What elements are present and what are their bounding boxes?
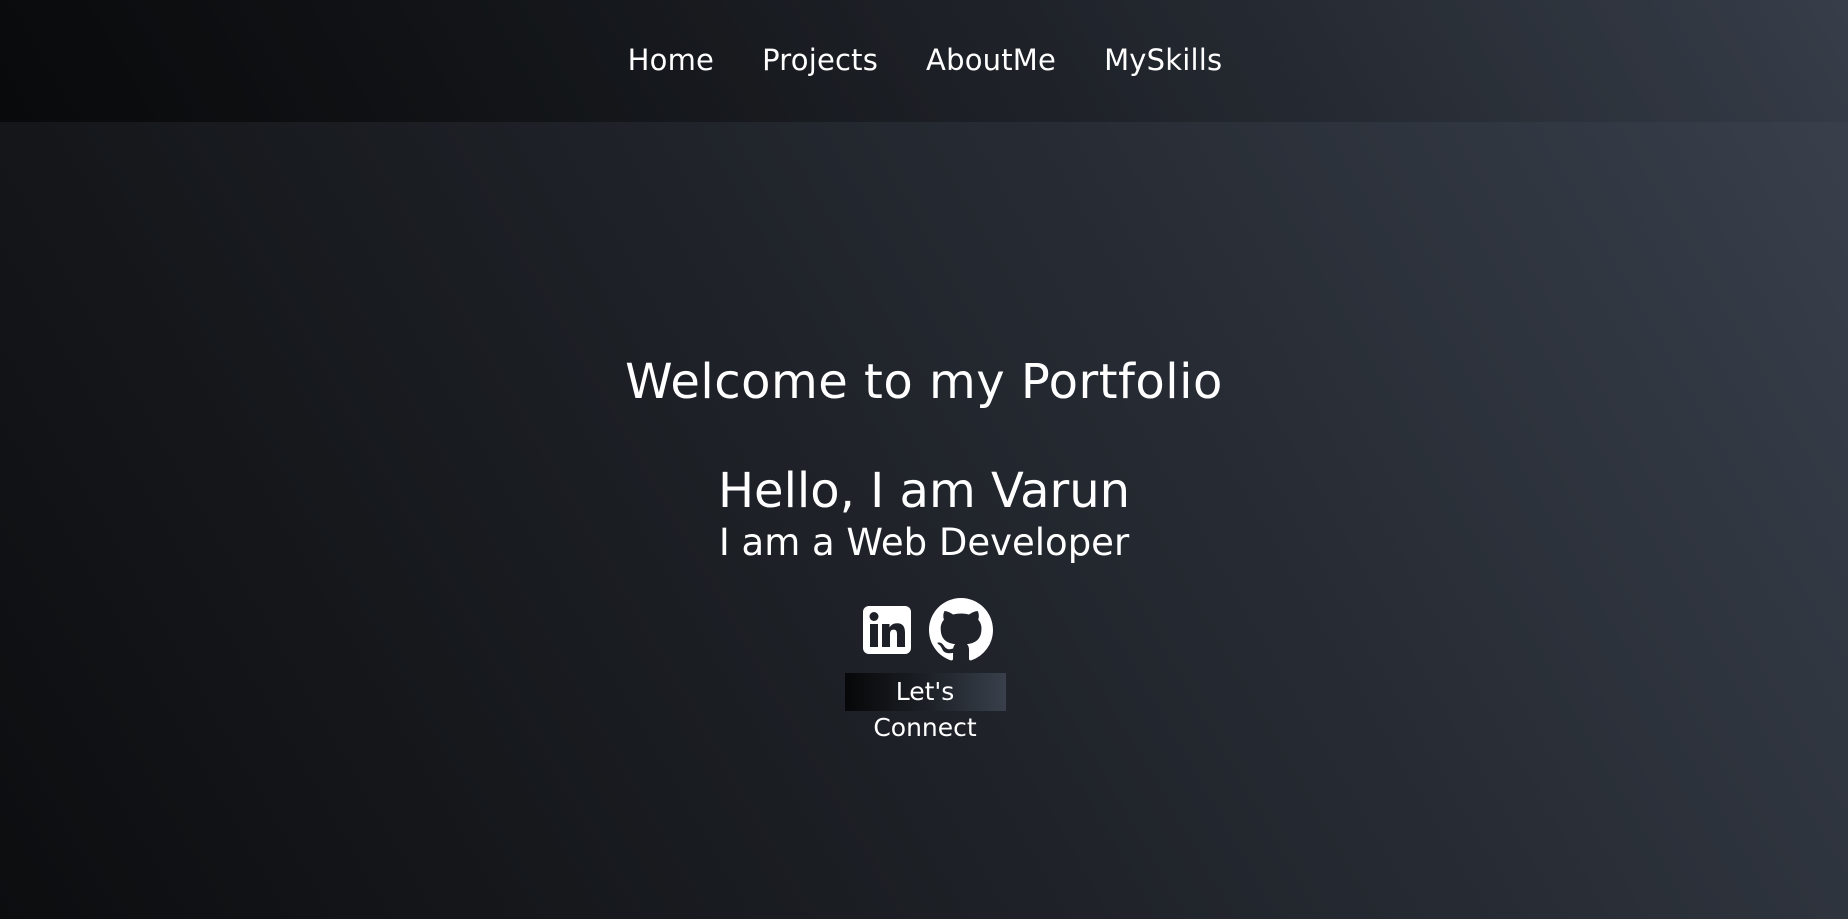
linkedin-icon[interactable]: [863, 606, 911, 658]
greeting-heading: Hello, I am Varun: [717, 463, 1131, 519]
navbar: Home Projects AboutMe MySkills: [0, 0, 1848, 122]
role-subheading: I am a Web Developer: [718, 521, 1130, 564]
nav-links: Home Projects AboutMe MySkills: [0, 38, 1848, 82]
github-icon[interactable]: [929, 598, 993, 666]
nav-link-projects[interactable]: Projects: [762, 38, 878, 82]
connect-wrap: Let's Connect: [0, 673, 1848, 742]
lets-connect-button[interactable]: Let's Connect: [844, 673, 1006, 742]
welcome-heading: Welcome to my Portfolio: [625, 354, 1223, 410]
nav-link-home[interactable]: Home: [628, 38, 714, 82]
social-links: [0, 598, 1848, 666]
nav-link-myskills[interactable]: MySkills: [1104, 38, 1222, 82]
nav-link-aboutme[interactable]: AboutMe: [926, 38, 1056, 82]
